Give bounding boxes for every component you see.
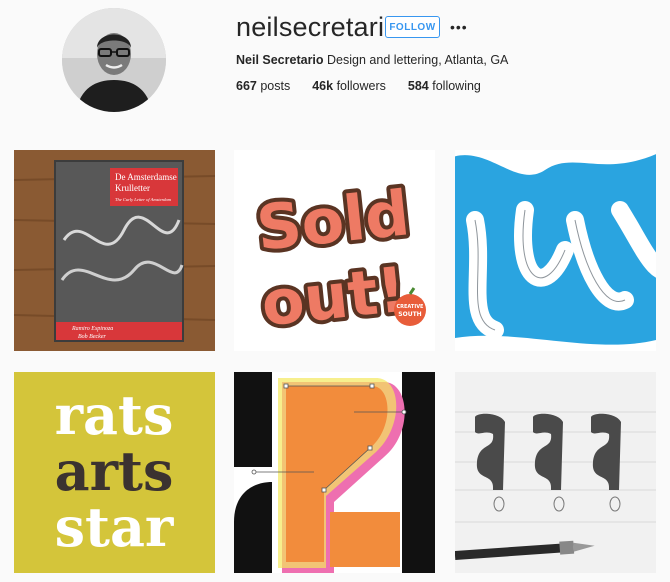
followers-count: 46k bbox=[312, 79, 334, 93]
following-count: 584 bbox=[407, 79, 429, 93]
book-author-2: Bob Becker bbox=[78, 334, 106, 340]
avatar[interactable] bbox=[62, 8, 166, 112]
follow-button[interactable]: FOLLOW bbox=[385, 16, 440, 38]
following-stat[interactable]: 584 following bbox=[408, 79, 481, 93]
posts-count: 667 bbox=[236, 79, 257, 93]
star-word: star bbox=[55, 495, 174, 559]
following-label: following bbox=[432, 79, 481, 93]
badge-line1: CREATIVE bbox=[397, 304, 425, 310]
book-author-1: Ramiro Espinoza bbox=[71, 326, 113, 332]
post-letterform-vector-tile[interactable] bbox=[234, 372, 435, 573]
out-word: out! bbox=[258, 253, 409, 341]
profile-bio-text: Design and lettering, Atlanta, GA bbox=[327, 53, 509, 67]
profile-full-name: Neil Secretario bbox=[236, 53, 324, 67]
followers-label: followers bbox=[336, 79, 386, 93]
posts-stat: 667 posts bbox=[236, 79, 290, 93]
profile-stats: 667 posts 46k followers 584 following bbox=[236, 79, 503, 93]
more-options-icon[interactable]: ••• bbox=[450, 20, 468, 34]
arts-word: arts bbox=[55, 439, 174, 503]
followers-stat[interactable]: 46k followers bbox=[312, 79, 386, 93]
post-script-lettering-tile[interactable] bbox=[455, 150, 656, 351]
post-sold-out-tile[interactable]: Sold Sold out! out! CREATIVE SOUTH bbox=[234, 150, 435, 351]
book-title-line1: De Amsterdamse bbox=[115, 172, 177, 182]
badge-line2: SOUTH bbox=[398, 311, 421, 318]
posts-label: posts bbox=[260, 79, 291, 93]
profile-bio: Neil Secretario Design and lettering, At… bbox=[236, 53, 508, 67]
profile-username: neilsecretario bbox=[236, 12, 400, 42]
post-pencil-sketch-tile[interactable] bbox=[455, 372, 656, 573]
profile-header: neilsecretario FOLLOW ••• Neil Secretari… bbox=[0, 0, 670, 140]
book-subtitle: The Curly Letter of Amsterdam bbox=[115, 197, 172, 202]
post-book-tile[interactable]: De Amsterdamse Krulletter The Curly Lett… bbox=[14, 150, 215, 351]
post-rats-arts-star-tile[interactable]: rats arts star bbox=[14, 372, 215, 573]
posts-grid: De Amsterdamse Krulletter The Curly Lett… bbox=[14, 150, 656, 580]
book-title-line2: Krulletter bbox=[115, 183, 150, 193]
rats-word: rats bbox=[55, 383, 174, 447]
